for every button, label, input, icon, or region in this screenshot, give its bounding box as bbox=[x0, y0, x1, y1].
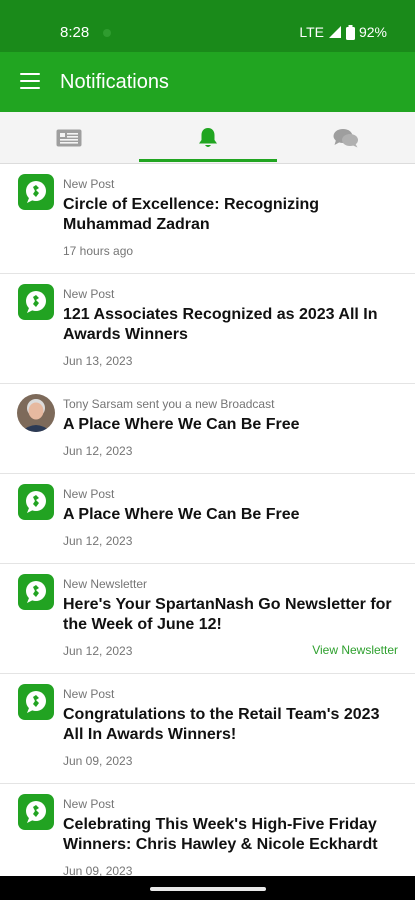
notification-date: Jun 12, 2023 bbox=[63, 644, 133, 658]
active-tab-indicator bbox=[139, 159, 277, 162]
tab-bar bbox=[0, 112, 415, 164]
notification-date: Jun 13, 2023 bbox=[63, 354, 133, 368]
app-logo-icon bbox=[18, 574, 54, 610]
status-time: 8:28 bbox=[60, 24, 90, 41]
newspaper-icon bbox=[56, 129, 82, 147]
notification-type: New Post bbox=[63, 487, 115, 501]
notification-item[interactable]: Tony Sarsam sent you a new Broadcast A P… bbox=[0, 384, 415, 474]
bell-icon bbox=[199, 128, 217, 147]
notification-item[interactable]: New Post Celebrating This Week's High-Fi… bbox=[0, 784, 415, 876]
signal-icon bbox=[328, 26, 341, 38]
notification-type: Tony Sarsam sent you a new Broadcast bbox=[63, 397, 275, 411]
app-logo-icon bbox=[18, 484, 54, 520]
notification-date: 17 hours ago bbox=[63, 244, 134, 258]
notification-type: New Newsletter bbox=[63, 577, 148, 591]
app-logo-icon bbox=[18, 284, 54, 320]
notification-title: Here's Your SpartanNash Go Newsletter fo… bbox=[63, 596, 392, 633]
hamburger-menu-icon[interactable] bbox=[20, 73, 40, 90]
status-bar: 8:28 LTE 92% bbox=[0, 0, 415, 52]
page-title: Notifications bbox=[60, 71, 169, 93]
notification-date: Jun 12, 2023 bbox=[63, 444, 133, 458]
notification-title: A Place Where We Can Be Free bbox=[63, 506, 300, 523]
notification-item[interactable]: New Post Circle of Excellence: Recognizi… bbox=[0, 164, 415, 274]
home-gesture-handle[interactable] bbox=[150, 887, 266, 891]
chat-bubbles-icon bbox=[333, 129, 358, 148]
notification-item[interactable]: New Newsletter Here's Your SpartanNash G… bbox=[0, 564, 415, 674]
notification-item[interactable]: New Post Congratulations to the Retail T… bbox=[0, 674, 415, 784]
notification-title: Congratulations to the Retail Team's 202… bbox=[63, 706, 380, 743]
system-navigation-bar bbox=[0, 876, 415, 900]
tab-news[interactable] bbox=[0, 112, 138, 164]
network-type: LTE bbox=[299, 24, 324, 40]
notification-type: New Post bbox=[63, 687, 115, 701]
notification-date: Jun 09, 2023 bbox=[63, 864, 133, 876]
battery-icon bbox=[345, 24, 355, 40]
notification-type: New Post bbox=[63, 287, 115, 301]
notification-title: Circle of Excellence: Recognizing Muhamm… bbox=[63, 196, 320, 233]
notification-title: Celebrating This Week's High-Five Friday… bbox=[63, 816, 378, 853]
notification-list: New Post Circle of Excellence: Recognizi… bbox=[0, 164, 415, 876]
notification-type: New Post bbox=[63, 797, 115, 811]
tab-notifications[interactable] bbox=[139, 112, 277, 164]
notification-date: Jun 09, 2023 bbox=[63, 754, 133, 768]
status-indicators: LTE 92% bbox=[299, 24, 387, 40]
app-bar: Notifications bbox=[0, 52, 415, 112]
battery-level: 92% bbox=[358, 24, 387, 40]
notification-type: New Post bbox=[63, 177, 115, 191]
view-newsletter-link[interactable]: View Newsletter bbox=[312, 642, 398, 658]
app-logo-icon bbox=[18, 794, 54, 830]
notification-dot-icon bbox=[103, 29, 111, 37]
app-logo-icon bbox=[18, 174, 54, 210]
notification-item[interactable]: New Post A Place Where We Can Be Free Ju… bbox=[0, 474, 415, 564]
tab-chat[interactable] bbox=[277, 112, 415, 164]
notification-title: 121 Associates Recognized as 2023 All In… bbox=[63, 306, 378, 343]
notification-title: A Place Where We Can Be Free bbox=[63, 416, 300, 433]
app-logo-icon bbox=[18, 684, 54, 720]
notification-date: Jun 12, 2023 bbox=[63, 534, 133, 548]
notification-item[interactable]: New Post 121 Associates Recognized as 20… bbox=[0, 274, 415, 384]
avatar bbox=[17, 394, 55, 432]
